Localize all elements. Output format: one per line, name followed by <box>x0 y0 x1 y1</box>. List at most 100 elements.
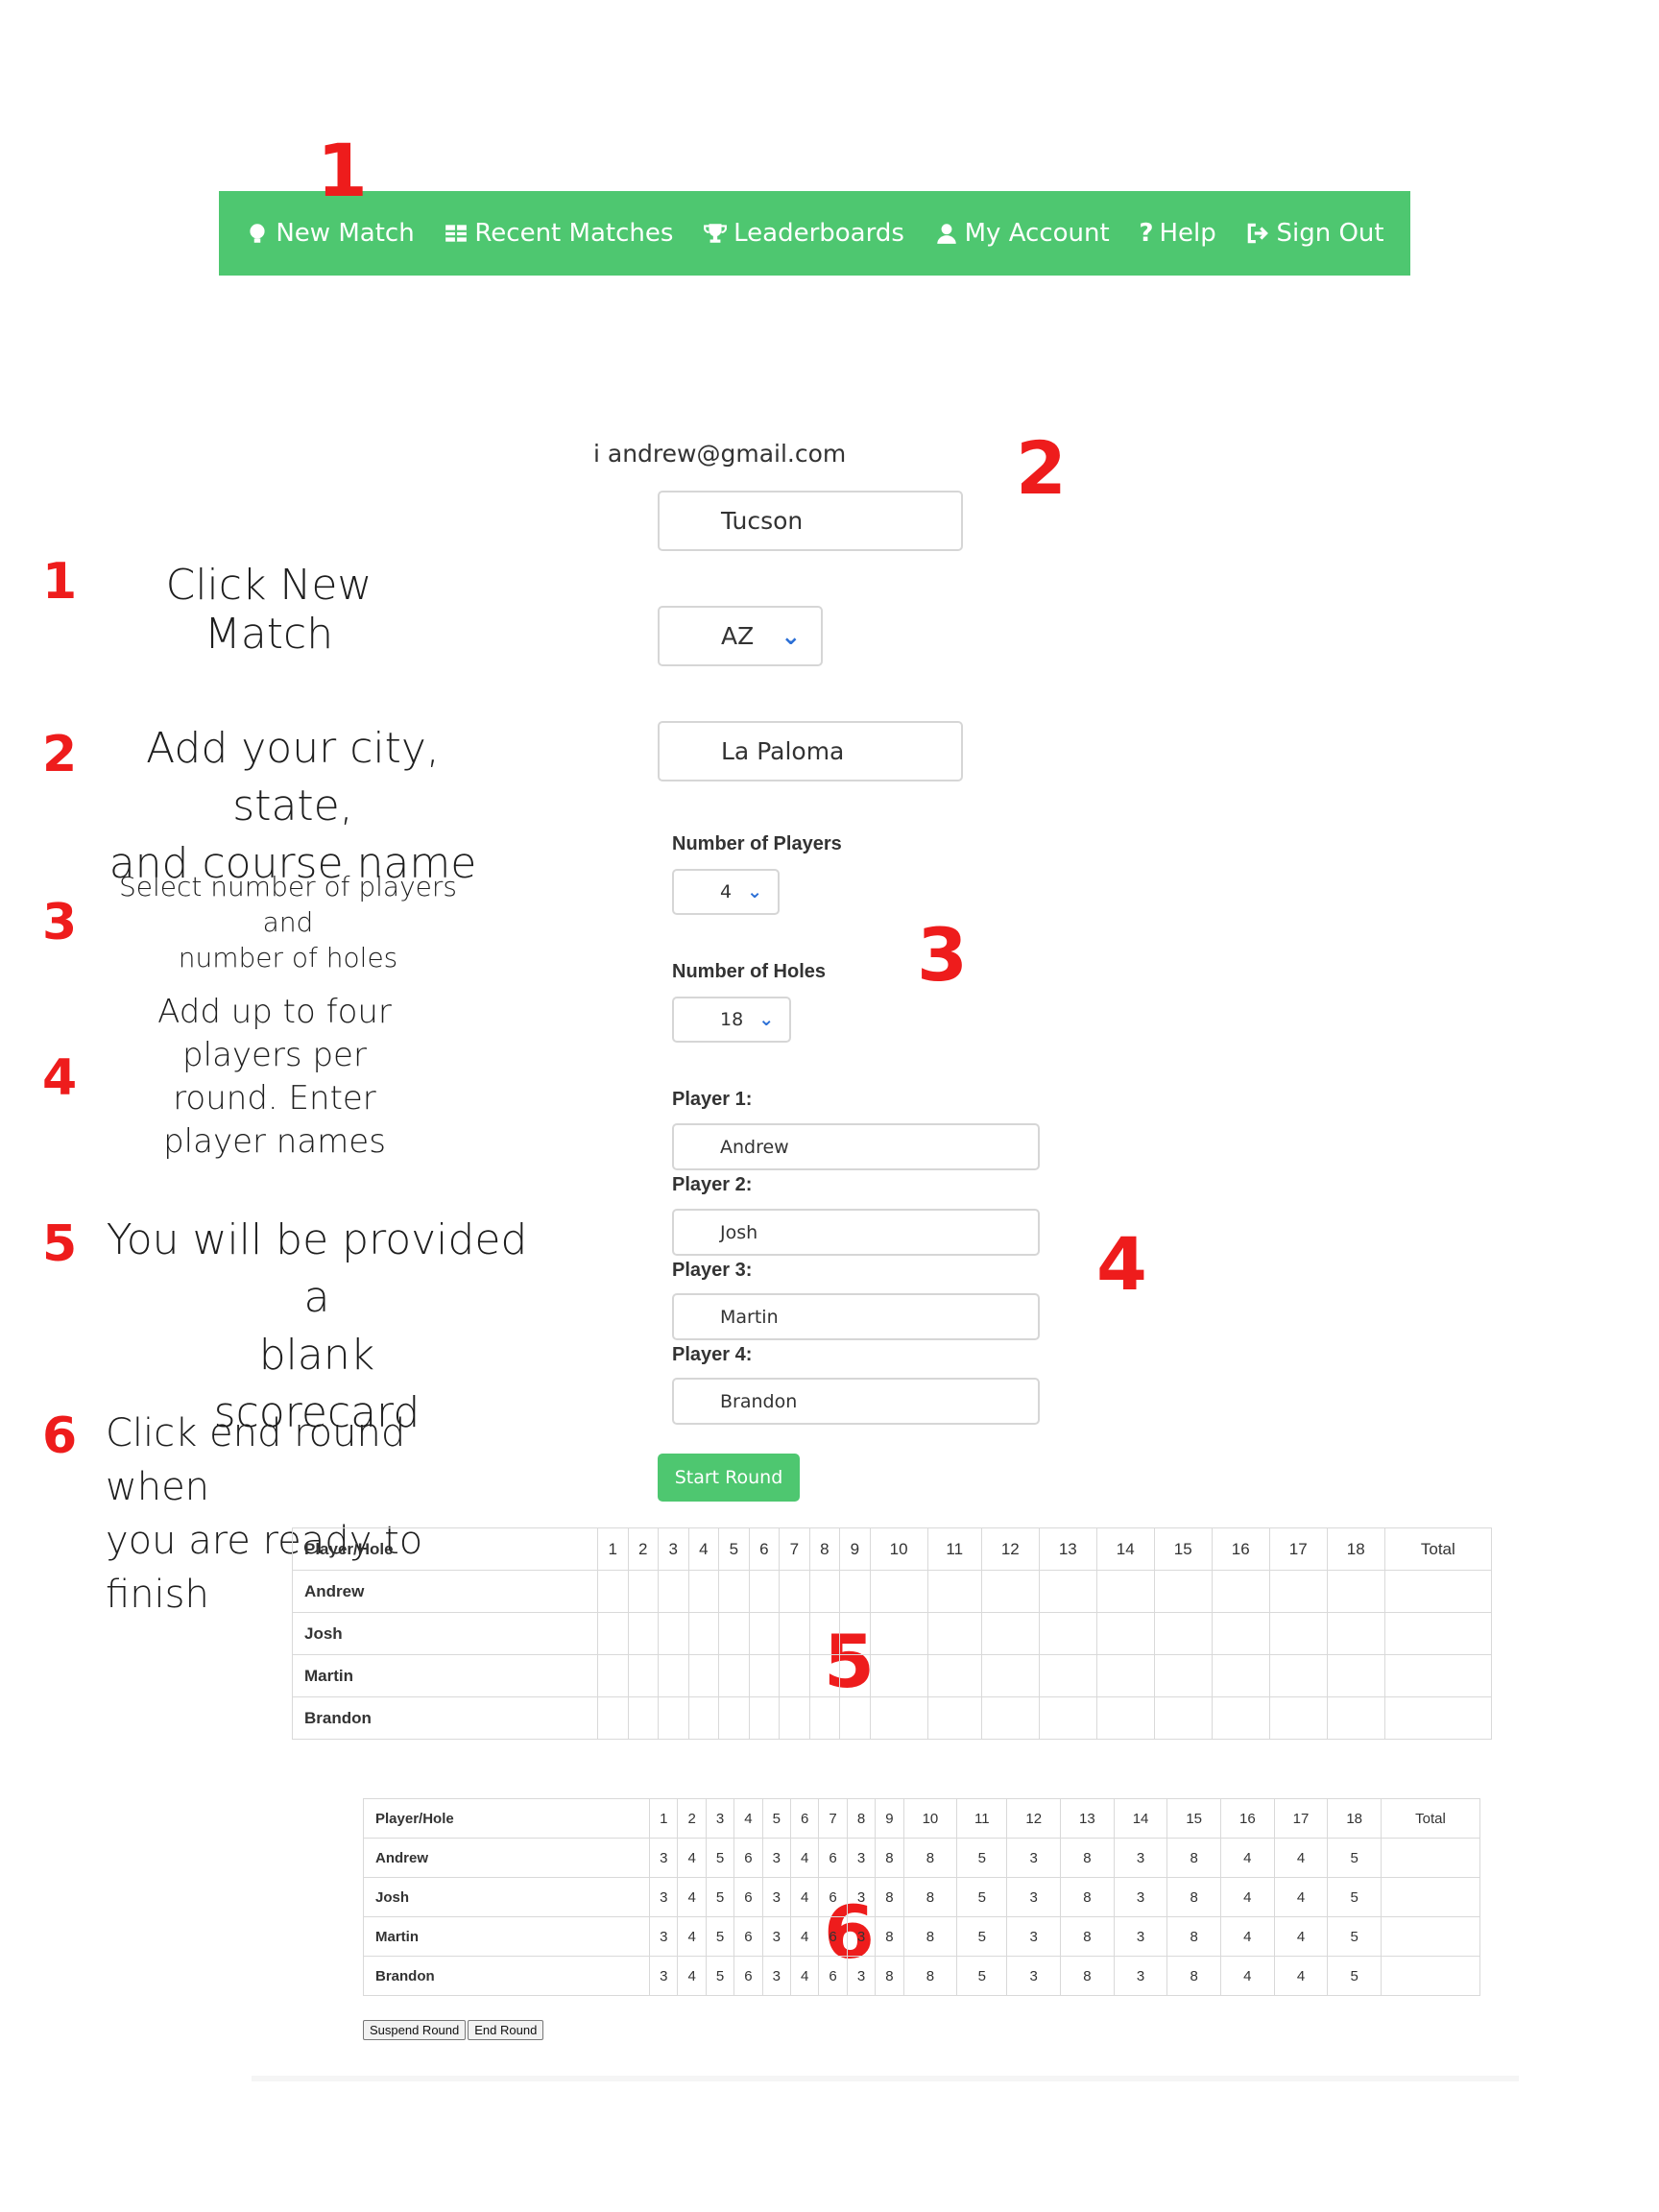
score-cell[interactable]: 8 <box>902 1838 958 1878</box>
score-cell[interactable] <box>1326 1570 1385 1613</box>
score-cell[interactable]: 5 <box>956 1956 1008 1996</box>
score-cell[interactable]: 4 <box>677 1877 707 1917</box>
score-cell[interactable] <box>1038 1570 1097 1613</box>
score-cell[interactable]: 3 <box>1006 1956 1062 1996</box>
score-cell[interactable]: 4 <box>677 1916 707 1957</box>
nav-new-match[interactable]: New Match <box>245 219 415 248</box>
score-cell[interactable] <box>1383 1696 1493 1740</box>
score-cell[interactable]: 4 <box>1220 1877 1275 1917</box>
score-cell[interactable]: 4 <box>790 1877 820 1917</box>
score-cell[interactable] <box>839 1612 871 1655</box>
score-cell[interactable] <box>597 1696 629 1740</box>
score-cell[interactable]: 8 <box>875 1838 904 1878</box>
score-cell[interactable]: 3 <box>1006 1838 1062 1878</box>
score-cell[interactable] <box>1038 1654 1097 1697</box>
state-select[interactable]: AZ ⌄ <box>658 606 823 666</box>
score-cell[interactable] <box>687 1570 720 1613</box>
score-cell[interactable]: 8 <box>875 1877 904 1917</box>
score-cell[interactable] <box>687 1612 720 1655</box>
player4-input[interactable]: Brandon <box>672 1378 1040 1425</box>
score-cell[interactable]: 3 <box>1113 1916 1168 1957</box>
score-cell[interactable] <box>1153 1654 1213 1697</box>
score-cell[interactable] <box>869 1654 928 1697</box>
score-cell[interactable]: 6 <box>733 1838 763 1878</box>
score-cell[interactable] <box>1383 1612 1493 1655</box>
score-cell[interactable]: 4 <box>1220 1838 1275 1878</box>
score-cell[interactable]: 3 <box>649 1877 679 1917</box>
score-cell[interactable] <box>779 1696 810 1740</box>
score-cell[interactable]: 3 <box>649 1916 679 1957</box>
score-cell[interactable]: 6 <box>733 1956 763 1996</box>
holes-select[interactable]: 18 ⌄ <box>672 997 791 1043</box>
nav-sign-out[interactable]: Sign Out <box>1245 219 1384 248</box>
score-cell[interactable] <box>658 1696 689 1740</box>
score-cell[interactable] <box>1383 1654 1493 1697</box>
score-cell[interactable] <box>597 1612 629 1655</box>
score-cell[interactable]: 5 <box>956 1838 1008 1878</box>
score-cell[interactable] <box>808 1696 841 1740</box>
score-cell[interactable]: 4 <box>1273 1956 1329 1996</box>
score-cell[interactable]: 5 <box>705 1838 735 1878</box>
score-cell[interactable] <box>1095 1696 1155 1740</box>
score-cell[interactable]: 3 <box>1113 1877 1168 1917</box>
score-cell[interactable]: 6 <box>818 1838 848 1878</box>
score-cell[interactable]: 3 <box>846 1956 877 1996</box>
score-cell[interactable]: 3 <box>761 1916 792 1957</box>
score-cell[interactable] <box>926 1696 982 1740</box>
score-cell[interactable]: 4 <box>790 1916 820 1957</box>
score-cell[interactable]: 4 <box>790 1838 820 1878</box>
score-cell[interactable] <box>839 1654 871 1697</box>
score-cell[interactable] <box>748 1696 781 1740</box>
score-cell[interactable] <box>687 1696 720 1740</box>
score-cell[interactable]: 3 <box>846 1838 877 1878</box>
score-cell[interactable] <box>1153 1696 1213 1740</box>
score-cell[interactable] <box>1268 1612 1328 1655</box>
score-cell[interactable]: 5 <box>705 1877 735 1917</box>
score-cell[interactable] <box>627 1570 660 1613</box>
score-cell[interactable] <box>597 1654 629 1697</box>
score-cell[interactable] <box>1268 1654 1328 1697</box>
score-cell[interactable] <box>1211 1570 1270 1613</box>
nav-help[interactable]: ? Help <box>1139 219 1215 248</box>
score-cell[interactable]: 3 <box>649 1838 679 1878</box>
score-cell[interactable]: 4 <box>677 1838 707 1878</box>
score-cell[interactable] <box>1211 1696 1270 1740</box>
score-cell[interactable]: 5 <box>1327 1916 1382 1957</box>
score-cell[interactable]: 4 <box>790 1956 820 1996</box>
score-cell[interactable] <box>779 1570 810 1613</box>
score-cell[interactable] <box>1326 1654 1385 1697</box>
score-cell[interactable] <box>1383 1570 1493 1613</box>
score-cell[interactable]: 8 <box>1060 1877 1115 1917</box>
score-cell[interactable]: 3 <box>1113 1838 1168 1878</box>
score-cell[interactable] <box>1038 1612 1097 1655</box>
score-cell[interactable] <box>980 1612 1040 1655</box>
score-cell[interactable]: 5 <box>1327 1877 1382 1917</box>
score-cell[interactable]: 8 <box>1166 1956 1222 1996</box>
player2-input[interactable]: Josh <box>672 1209 1040 1256</box>
score-cell[interactable] <box>1211 1654 1270 1697</box>
score-cell[interactable]: 8 <box>902 1956 958 1996</box>
score-cell[interactable]: 3 <box>846 1877 877 1917</box>
score-cell[interactable] <box>718 1696 750 1740</box>
score-cell[interactable]: 5 <box>705 1916 735 1957</box>
score-cell[interactable]: 8 <box>902 1916 958 1957</box>
score-cell[interactable]: 5 <box>1327 1838 1382 1878</box>
score-cell[interactable]: 8 <box>1166 1916 1222 1957</box>
score-cell[interactable] <box>718 1654 750 1697</box>
score-cell[interactable] <box>839 1696 871 1740</box>
score-cell[interactable] <box>808 1570 841 1613</box>
score-cell[interactable]: 3 <box>1006 1877 1062 1917</box>
nav-recent-matches[interactable]: Recent Matches <box>444 219 673 248</box>
score-cell[interactable] <box>926 1654 982 1697</box>
score-cell[interactable] <box>926 1612 982 1655</box>
score-cell[interactable] <box>980 1696 1040 1740</box>
score-cell[interactable]: 3 <box>846 1916 877 1957</box>
score-cell[interactable] <box>748 1612 781 1655</box>
score-cell[interactable]: 4 <box>1273 1916 1329 1957</box>
score-cell[interactable] <box>658 1612 689 1655</box>
score-cell[interactable]: 3 <box>761 1956 792 1996</box>
score-cell[interactable] <box>1153 1570 1213 1613</box>
score-cell[interactable] <box>839 1570 871 1613</box>
city-input[interactable]: Tucson <box>658 491 963 551</box>
score-cell[interactable] <box>869 1612 928 1655</box>
